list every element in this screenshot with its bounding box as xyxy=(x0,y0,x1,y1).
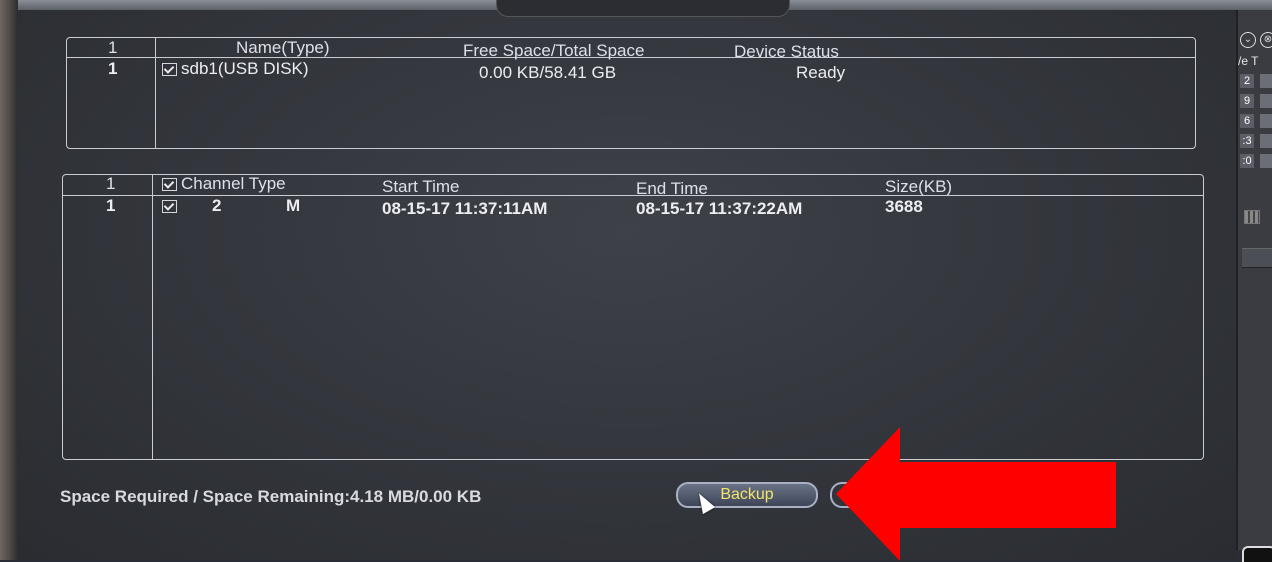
space-required-label: Space Required / Space Remaining:4.18 MB… xyxy=(60,487,482,506)
device-header-status[interactable]: Device Status xyxy=(734,42,839,62)
file-header-index: 1 xyxy=(106,174,116,193)
file-header-end[interactable]: End Time xyxy=(636,179,708,199)
file-table-header-divider xyxy=(63,195,1203,196)
device-name: sdb1(USB DISK) xyxy=(181,59,309,78)
file-header-size[interactable]: Size(KB) xyxy=(885,177,952,197)
right-panel-cell[interactable]: :3 xyxy=(1240,134,1254,148)
device-space: 0.00 KB/58.41 GB xyxy=(479,63,617,82)
right-panel-cell[interactable]: 6 xyxy=(1240,114,1254,128)
file-type: M xyxy=(286,196,301,215)
file-table xyxy=(62,174,1204,460)
file-header-start[interactable]: Start Time xyxy=(382,177,459,197)
device-status: Ready xyxy=(796,63,846,82)
device-header-index: 1 xyxy=(108,38,118,57)
device-header-space[interactable]: Free Space/Total Space xyxy=(463,41,644,61)
right-panel-cell[interactable] xyxy=(1260,134,1272,148)
device-row-name-cell: sdb1(USB DISK) xyxy=(162,59,309,79)
file-size: 3688 xyxy=(885,197,923,216)
file-row-checkbox-cell xyxy=(162,196,181,216)
file-row-index: 1 xyxy=(106,196,116,215)
file-select-checkbox[interactable] xyxy=(162,200,177,214)
select-all-checkbox[interactable] xyxy=(162,178,177,192)
device-select-checkbox[interactable] xyxy=(162,63,177,77)
monitor-bezel-left xyxy=(0,0,18,560)
file-end-time: 08-15-17 11:37:22AM xyxy=(636,199,803,218)
right-panel-cell[interactable]: :0 xyxy=(1240,154,1254,168)
arrow-body xyxy=(898,462,1116,528)
file-channel: 2 xyxy=(212,196,222,215)
right-panel-header: /e T xyxy=(1238,54,1259,68)
grid-layout-icon[interactable] xyxy=(1244,210,1260,224)
right-panel-bar[interactable] xyxy=(1242,248,1272,268)
right-side-panel: ⌄ ⊗ /e T 2 9 6 :3 :0 xyxy=(1236,10,1272,550)
device-row-index: 1 xyxy=(108,59,118,78)
file-table-column-divider xyxy=(152,175,153,459)
file-start-time: 08-15-17 11:37:11AM xyxy=(382,199,548,218)
right-panel-cell[interactable]: 9 xyxy=(1240,94,1254,108)
dialog-title-tab xyxy=(496,0,790,17)
right-panel-cell[interactable] xyxy=(1260,114,1272,128)
file-header-channel-type[interactable]: Channel Type xyxy=(181,174,286,193)
chevron-down-icon[interactable]: ⌄ xyxy=(1240,32,1256,48)
right-panel-cell[interactable] xyxy=(1260,74,1272,88)
device-table-column-divider xyxy=(155,38,156,148)
right-panel-cell[interactable] xyxy=(1260,94,1272,108)
arrow-head xyxy=(836,427,900,561)
close-icon[interactable]: ⊗ xyxy=(1260,32,1272,48)
file-header-channel-type-cell: Channel Type xyxy=(162,174,286,194)
device-header-name[interactable]: Name(Type) xyxy=(236,38,330,58)
right-panel-cell[interactable] xyxy=(1260,154,1272,168)
right-panel-cell[interactable]: 2 xyxy=(1240,74,1254,88)
